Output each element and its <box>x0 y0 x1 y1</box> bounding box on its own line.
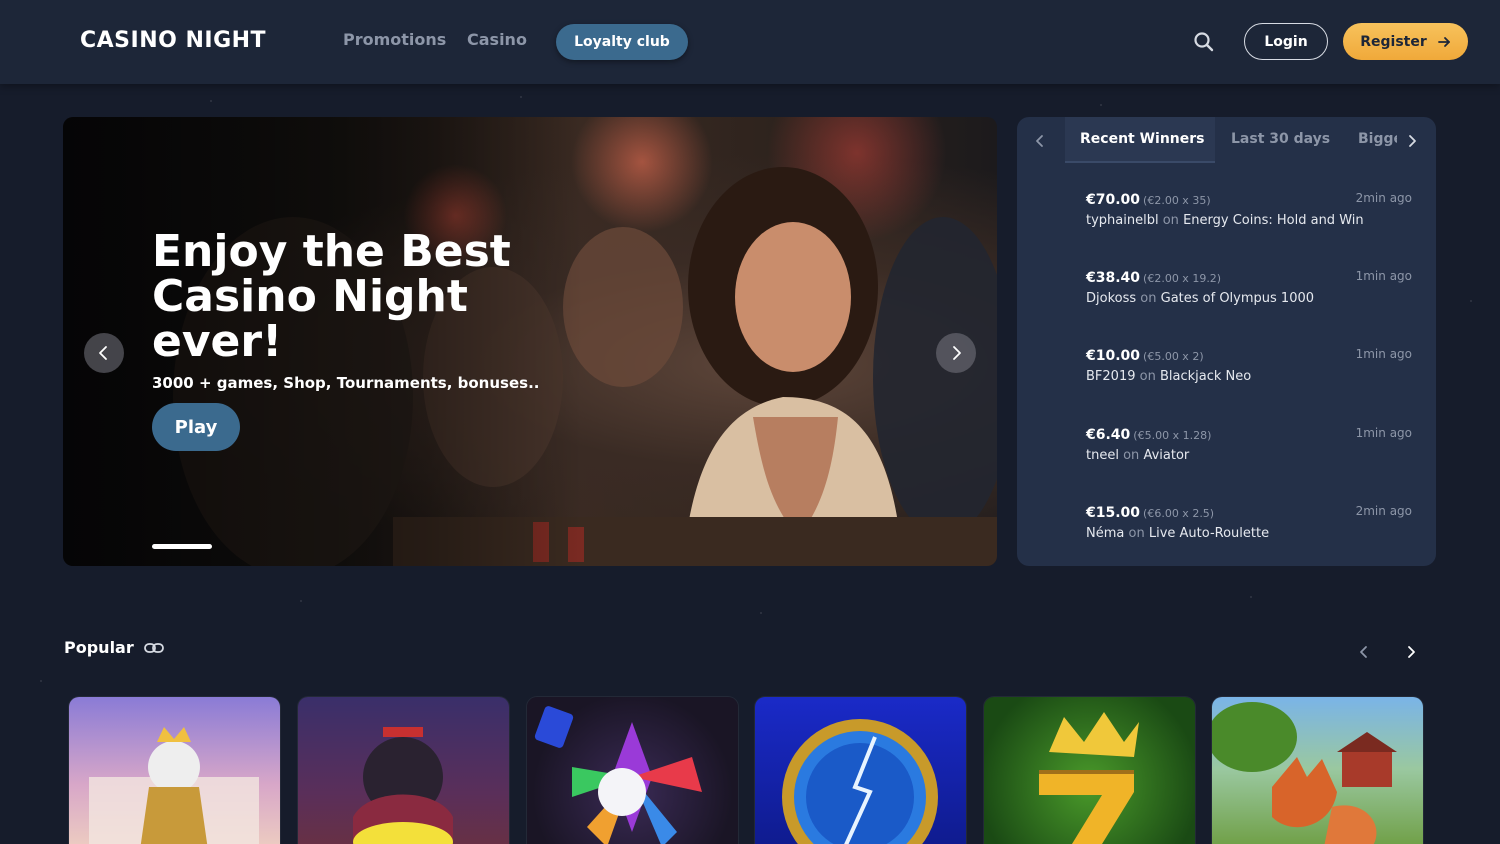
winner-amount: €6.40 <box>1086 427 1131 443</box>
bg-star <box>300 600 302 602</box>
hero-next-button[interactable] <box>936 333 976 373</box>
arrow-right-icon <box>1437 36 1450 47</box>
winner-game[interactable]: Gates of Olympus 1000 <box>1161 291 1314 306</box>
winner-game[interactable]: Live Auto-Roulette <box>1149 526 1269 541</box>
game-card[interactable] <box>1212 697 1423 844</box>
nav-casino[interactable]: Casino <box>467 30 527 49</box>
bg-star <box>40 680 42 682</box>
chevron-left-icon <box>99 346 107 360</box>
winner-game[interactable]: Aviator <box>1143 448 1189 463</box>
hero-subtitle: 3000 + games, Shop, Tournaments, bonuses… <box>152 374 540 392</box>
hero-banner: Enjoy the Best Casino Night ever! 3000 +… <box>63 117 997 566</box>
winner-row[interactable]: €38.40 (€2.00 x 19.2) 1min ago Djokoss on… <box>1086 267 1412 311</box>
winner-row[interactable]: €6.40 (€5.00 x 1.28) 1min ago tneel on Av… <box>1086 424 1412 468</box>
winner-amount: €38.40 <box>1086 270 1141 286</box>
game-card[interactable] <box>298 697 509 844</box>
chevron-right-icon <box>953 346 961 360</box>
winner-calc: (€6.00 x 2.5) <box>1143 507 1215 520</box>
logo-text: CASINO NIGHT <box>80 28 267 53</box>
winner-user: BF2019 <box>1086 369 1136 384</box>
tabs-prev-button[interactable] <box>1030 131 1050 151</box>
tab-underline <box>1065 161 1215 163</box>
game-thumbnail <box>353 727 453 844</box>
bg-star <box>1100 104 1102 106</box>
chevron-left-icon <box>1360 646 1367 658</box>
winner-time: 1min ago <box>1355 426 1412 440</box>
winner-time: 1min ago <box>1355 269 1412 283</box>
site-logo[interactable]: CASINO NIGHT <box>80 28 266 53</box>
winner-time: 1min ago <box>1355 347 1412 361</box>
winner-amount: €10.00 <box>1086 348 1141 364</box>
winner-time: 2min ago <box>1355 191 1412 205</box>
tab-recent-winners[interactable]: Recent Winners <box>1080 131 1205 147</box>
game-thumbnail <box>89 727 259 844</box>
game-thumbnail <box>534 706 702 844</box>
tab-last-30-days[interactable]: Last 30 days <box>1231 131 1330 147</box>
chevron-right-icon <box>1409 135 1416 147</box>
top-header: CASINO NIGHT Promotions Casino Loyalty c… <box>0 0 1500 84</box>
popular-next-button[interactable] <box>1401 642 1421 662</box>
chevron-right-icon <box>1408 646 1415 658</box>
winner-row[interactable]: €15.00 (€6.00 x 2.5) 2min ago Néma on Liv… <box>1086 502 1412 546</box>
search-button[interactable] <box>1190 28 1218 56</box>
bg-star <box>1470 300 1472 302</box>
game-card[interactable] <box>69 697 280 844</box>
winner-calc: (€2.00 x 35) <box>1143 194 1211 207</box>
tabs-next-button[interactable] <box>1402 131 1422 151</box>
game-thumbnail <box>1039 712 1139 844</box>
login-button[interactable]: Login <box>1244 23 1328 60</box>
winner-user: Djokoss <box>1086 291 1137 306</box>
game-thumbnail <box>1212 702 1397 844</box>
winner-user: tneel <box>1086 448 1119 463</box>
winner-amount: €15.00 <box>1086 505 1141 521</box>
winner-game[interactable]: Blackjack Neo <box>1160 369 1251 384</box>
bg-star <box>210 100 212 102</box>
game-card[interactable] <box>527 697 738 844</box>
game-card[interactable] <box>984 697 1195 844</box>
winner-user: typhainelbl <box>1086 213 1159 228</box>
winner-calc: (€5.00 x 2) <box>1143 350 1204 363</box>
chevron-left-icon <box>1036 135 1043 147</box>
tabs-scroll: Last 30 days Biggest <box>1217 117 1397 163</box>
winner-on: on <box>1140 291 1157 306</box>
bg-star <box>1250 596 1252 598</box>
winner-user: Néma <box>1086 526 1125 541</box>
winner-calc: (€5.00 x 1.28) <box>1133 429 1212 442</box>
popular-prev-button[interactable] <box>1354 642 1374 662</box>
game-thumbnail <box>782 719 938 844</box>
nav-promotions[interactable]: Promotions <box>343 30 446 49</box>
winner-on: on <box>1128 526 1145 541</box>
winner-calc: (€2.00 x 19.2) <box>1143 272 1222 285</box>
hero-prev-button[interactable] <box>84 333 124 373</box>
game-card[interactable] <box>755 697 966 844</box>
popular-section-title: Popular <box>64 638 134 657</box>
search-icon <box>1194 32 1214 52</box>
carousel-indicator[interactable] <box>152 544 212 549</box>
bg-star <box>520 96 522 98</box>
winner-on: on <box>1123 448 1140 463</box>
bg-star <box>760 612 762 614</box>
winner-on: on <box>1162 213 1179 228</box>
winners-panel: Recent Winners Last 30 days Biggest €70.… <box>1017 117 1436 566</box>
link-icon <box>144 643 164 653</box>
play-button[interactable]: Play <box>152 403 240 451</box>
winner-amount: €70.00 <box>1086 192 1141 208</box>
register-label: Register <box>1360 33 1427 50</box>
loyalty-club-button[interactable]: Loyalty club <box>556 24 688 60</box>
popular-link-button[interactable] <box>143 639 165 657</box>
winner-time: 2min ago <box>1355 504 1412 518</box>
register-button[interactable]: Register <box>1343 23 1468 60</box>
tab-biggest[interactable]: Biggest <box>1358 131 1397 147</box>
hero-title: Enjoy the Best Casino Night ever! <box>152 226 511 367</box>
winner-row[interactable]: €10.00 (€5.00 x 2) 1min ago BF2019 on Bla… <box>1086 345 1412 389</box>
winner-row[interactable]: €70.00 (€2.00 x 35) 2min ago typhainelbl … <box>1086 189 1412 233</box>
winner-game[interactable]: Energy Coins: Hold and Win <box>1183 213 1364 228</box>
winner-on: on <box>1139 369 1156 384</box>
